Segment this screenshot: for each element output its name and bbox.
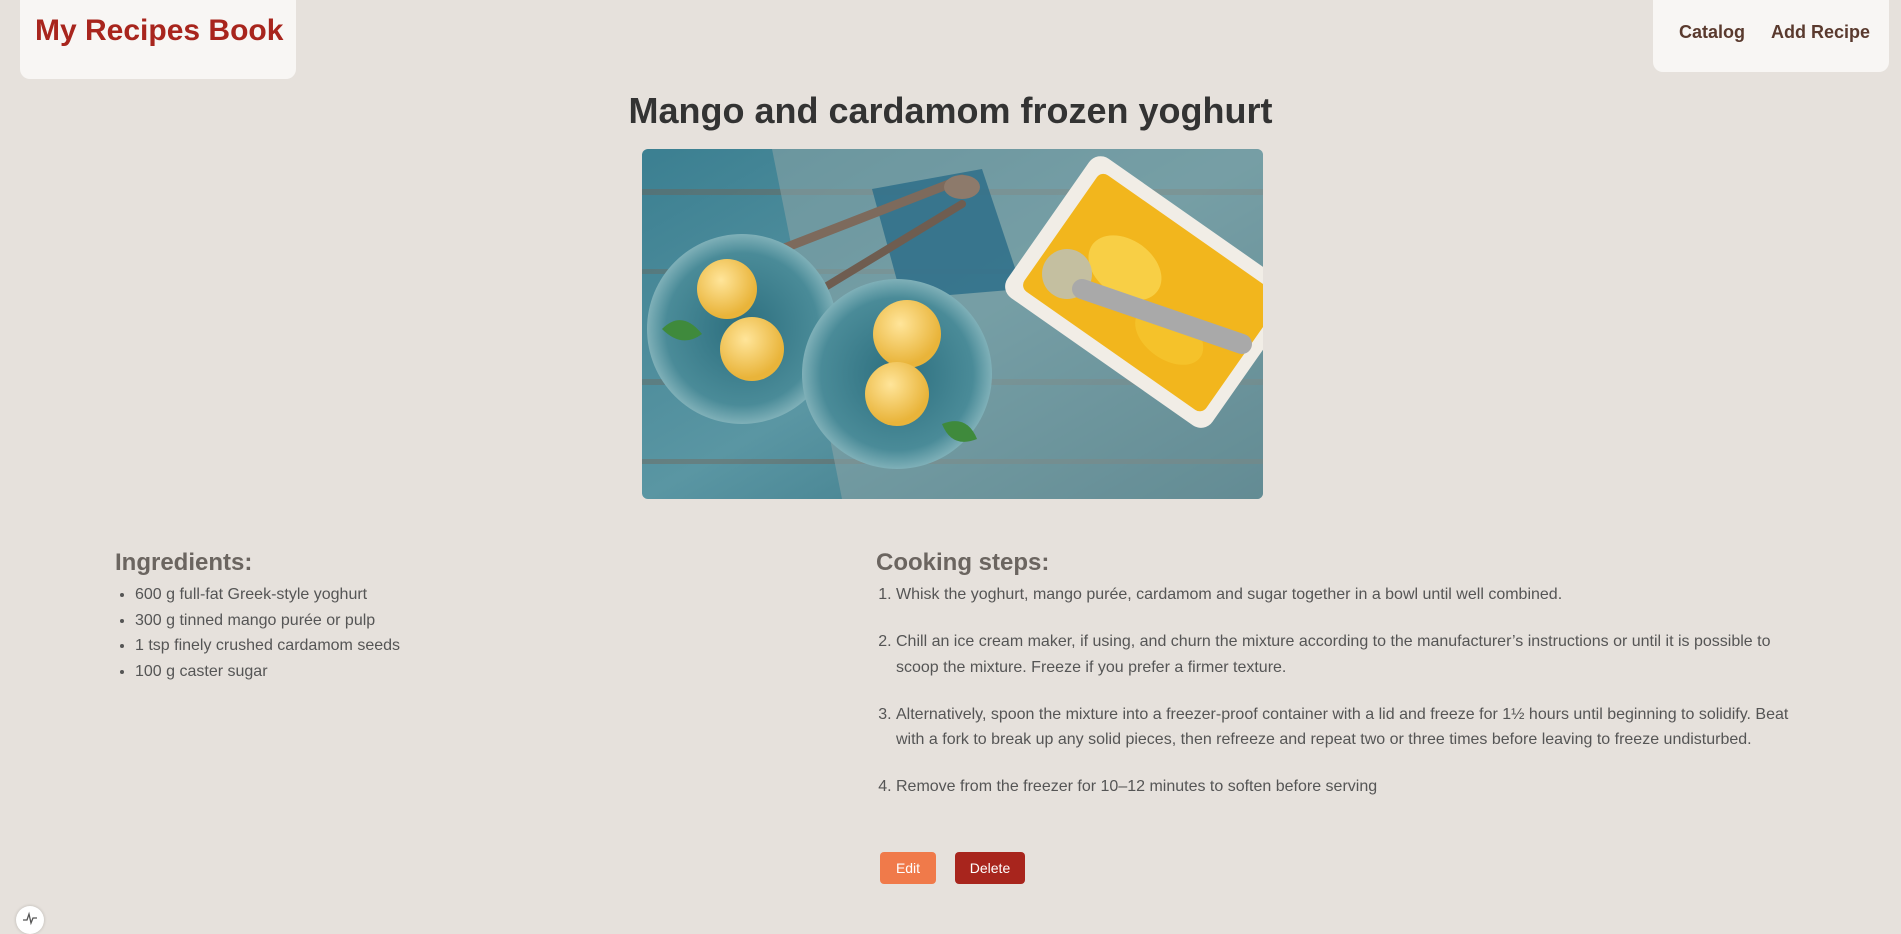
nav-catalog-link[interactable]: Catalog — [1679, 22, 1745, 43]
recipe-photo-illustration — [642, 149, 1263, 499]
cooking-step: Alternatively, spoon the mixture into a … — [896, 702, 1796, 753]
logo-container: My Recipes Book — [20, 0, 296, 79]
ingredients-heading: Ingredients: — [115, 549, 253, 576]
edit-button[interactable]: Edit — [880, 852, 936, 884]
corner-widget[interactable] — [16, 906, 44, 934]
main-nav: Catalog Add Recipe — [1653, 0, 1889, 72]
cooking-step: Chill an ice cream maker, if using, and … — [896, 629, 1796, 680]
ingredient-item: 300 g tinned mango purée or pulp — [135, 608, 400, 634]
delete-button[interactable]: Delete — [955, 852, 1025, 884]
nav-add-recipe-link[interactable]: Add Recipe — [1771, 22, 1870, 43]
ingredient-item: 1 tsp finely crushed cardamom seeds — [135, 633, 400, 659]
recipe-image — [642, 149, 1263, 499]
activity-icon — [23, 911, 37, 926]
cooking-step: Remove from the freezer for 10–12 minute… — [896, 774, 1796, 800]
cooking-steps-heading: Cooking steps: — [876, 549, 1050, 576]
cooking-steps-list: Whisk the yoghurt, mango purée, cardamom… — [876, 582, 1796, 821]
ingredient-item: 100 g caster sugar — [135, 659, 400, 685]
ingredient-item: 600 g full-fat Greek-style yoghurt — [135, 582, 400, 608]
ingredients-list: 600 g full-fat Greek-style yoghurt 300 g… — [115, 582, 400, 684]
cooking-step: Whisk the yoghurt, mango purée, cardamom… — [896, 582, 1796, 608]
recipe-title: Mango and cardamom frozen yoghurt — [628, 90, 1273, 131]
logo-link[interactable]: My Recipes Book — [35, 14, 283, 48]
